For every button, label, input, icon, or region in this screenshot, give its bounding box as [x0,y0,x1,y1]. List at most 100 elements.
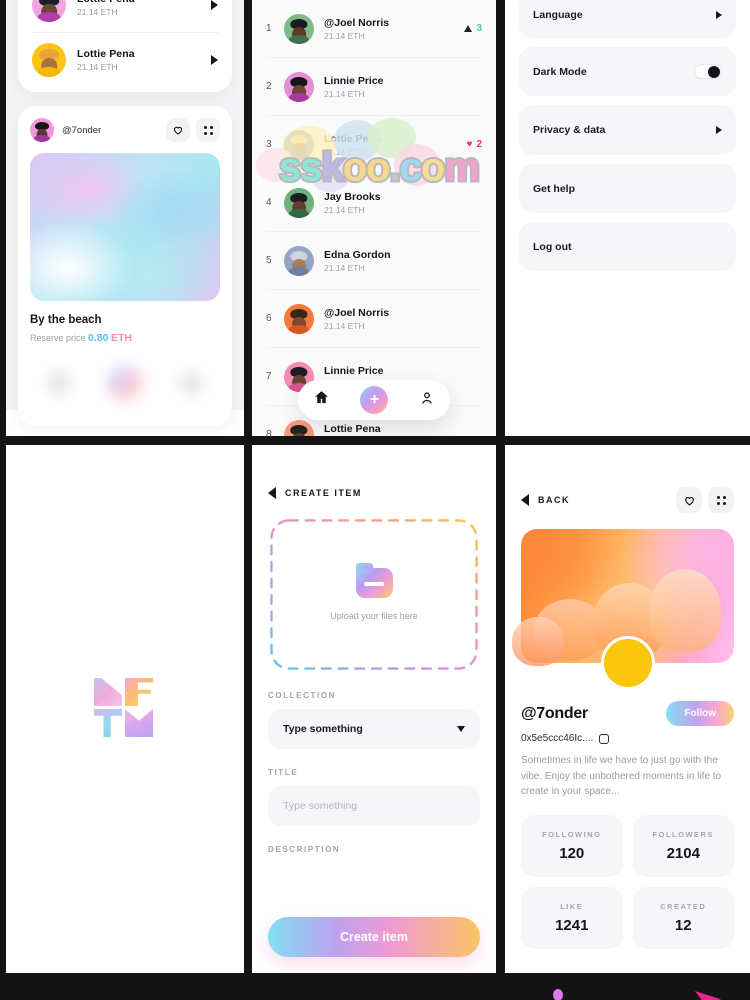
seller-name: Lottie Pena [77,47,135,60]
home-icon[interactable] [313,389,330,411]
splash-screen [6,445,244,973]
heart-icon[interactable] [166,118,190,142]
rank-name: Lottie Pena [324,132,381,145]
rank-index: 7 [266,371,272,382]
ranking-row[interactable]: 5 Edna Gordon 21.14 ETH [266,232,482,290]
create-item-header: CREATE ITEM [268,487,480,499]
avatar [284,303,314,334]
heart-icon[interactable] [676,487,702,513]
rank-name: Linnie Price [324,364,384,377]
collection-select[interactable]: Type something [268,709,480,749]
rank-eth: 21.14 ETH [324,204,365,215]
ranking-screen: 1 @Joel Norris 21.14 ETH 3 2 Linnie Pric… [252,0,496,436]
ranking-row[interactable]: 6 @Joel Norris 21.14 ETH [266,290,482,348]
rank-index: 2 [266,81,272,92]
sidebar-item-language[interactable]: Language [519,0,736,38]
avatar [284,419,314,436]
nft-title: By the beach [30,314,102,326]
stat-like[interactable]: LIKE 1241 [521,886,623,949]
nft-creator-handle[interactable]: @7onder [62,125,160,136]
wallet-address[interactable]: 0x5e5ccc46Ic.... [521,731,734,744]
rank-eth: 21.14 ETH [324,88,365,99]
ranking-row[interactable]: 3 Lottie Pena 21.14 ETH ♥ 2 [266,116,482,174]
reserve-price-label: Reserve price [30,333,86,343]
avatar [284,13,314,44]
stat-value: 1241 [555,916,589,934]
setting-label: Log out [533,240,572,253]
seller-row[interactable]: Lottie Pena 21.14 ETH [32,0,218,32]
rank-name: @Joel Norris [324,16,390,29]
bottom-tabbar: + [298,380,450,420]
title-placeholder: Type something [283,800,358,812]
avatar [600,636,655,690]
upload-dropzone[interactable]: Upload your files here [268,517,480,672]
back-icon[interactable] [268,487,276,499]
setting-label: Privacy & data [533,124,606,136]
seller-eth: 21.14 ETH [77,7,118,17]
stat-key: FOLLOWERS [652,829,714,839]
stat-value: 2104 [666,844,700,862]
profile-handle: @7onder [521,704,588,722]
sidebar-item-get-help[interactable]: Get help [519,164,736,213]
stat-following[interactable]: FOLLOWING 120 [521,814,623,877]
top-sellers-screen: Lottie Pena 21.14 ETH Lottie Pena 21.14 … [6,0,244,436]
stat-value: 120 [559,844,585,862]
ranking-row[interactable]: 4 Jay Brooks 21.14 ETH [266,174,482,232]
sidebar-item-privacy[interactable]: Privacy & data [519,105,736,155]
rank-eth: 21.14 ETH [324,262,365,273]
setting-label: Dark Mode [533,65,587,78]
rank-name: Linnie Price [324,74,384,87]
seller-eth: 21.14 ETH [77,61,118,72]
plus-icon[interactable]: + [360,386,389,414]
title-input[interactable]: Type something [268,786,480,826]
heart-icon: ♥ [466,139,473,150]
sidebar-item-log-out[interactable]: Log out [519,222,736,271]
stat-created[interactable]: CREATED 12 [632,886,734,949]
profile-header: BACK [521,487,734,513]
collection-value: Type something [283,723,363,735]
avatar [32,0,66,22]
triangle-up-icon [464,25,473,32]
play-icon[interactable] [211,54,218,65]
chevron-right-icon [716,126,722,134]
page-title: CREATE ITEM [285,488,362,498]
ranking-row[interactable]: 1 @Joel Norris 21.14 ETH 3 [266,0,482,58]
seller-row[interactable]: Lottie Pena 21.14 ETH [32,32,218,86]
create-item-button[interactable]: Create item [268,917,480,957]
sidebar-item-dark-mode[interactable]: Dark Mode [519,47,736,96]
profile-stats-grid: FOLLOWING 120 FOLLOWERS 2104 LIKE 1241 C… [521,814,734,949]
back-icon[interactable] [521,494,529,506]
play-icon[interactable] [211,0,218,10]
stat-key: CREATED [660,901,707,911]
blurred-tabbar-peek [30,354,220,412]
chevron-right-icon [716,11,722,19]
rank-index: 1 [266,23,272,34]
profile-banner [512,529,734,690]
rank-index: 4 [266,197,272,208]
rank-name: @Joel Norris [324,306,390,319]
avatar [284,71,314,102]
peek-shape [695,991,721,1000]
rank-badge-value: 3 [476,23,482,34]
nftm-logo [94,678,156,740]
rank-index: 3 [266,139,272,150]
nft-price: Reserve price 0.80 ETH [30,332,220,344]
rank-badge-up: 3 [464,23,482,34]
rank-eth: 21.14 ETH [324,146,365,157]
copy-icon[interactable] [596,731,610,744]
back-label: BACK [538,495,570,505]
rank-index: 8 [266,429,272,436]
stat-followers[interactable]: FOLLOWERS 2104 [632,814,734,877]
dark-mode-toggle[interactable] [694,64,722,79]
nft-artwork[interactable] [30,153,220,301]
profile-bio: Sometimes in life we have to just go wit… [521,755,722,797]
reserve-price-unit: ETH [111,332,132,344]
next-row-peek [505,985,750,1000]
ranking-row[interactable]: 2 Linnie Price 21.14 ETH [266,58,482,116]
grid-dots-icon[interactable] [196,118,220,142]
setting-label: Get help [533,182,576,195]
grid-dots-icon[interactable] [708,487,734,513]
person-icon[interactable] [419,390,435,411]
rank-name: Jay Brooks [324,190,381,203]
follow-button[interactable]: Follow [666,701,734,726]
